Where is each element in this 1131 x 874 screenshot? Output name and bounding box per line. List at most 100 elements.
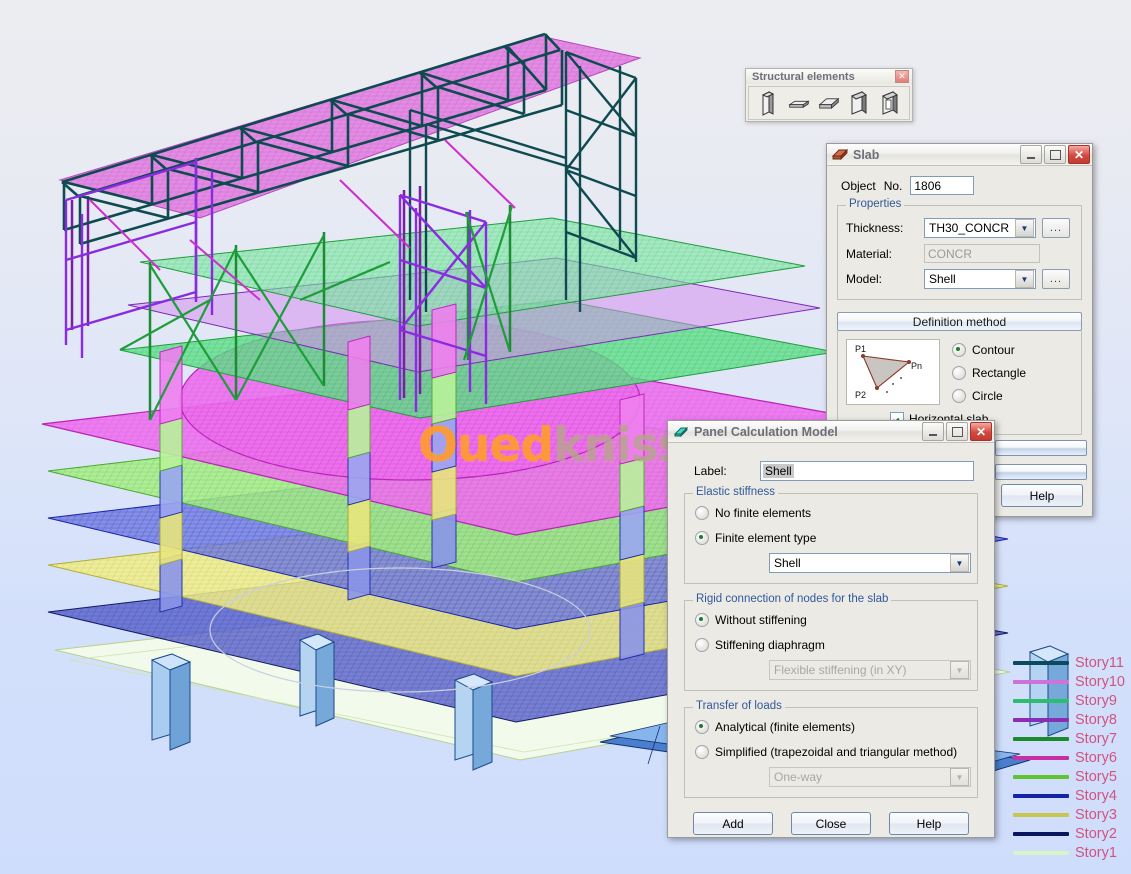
definition-option-rectangle[interactable]: Rectangle xyxy=(952,366,1026,380)
definition-option-circle[interactable]: Circle xyxy=(952,389,1026,403)
chevron-down-icon[interactable]: ▼ xyxy=(1015,270,1034,288)
simplified-option[interactable]: Simplified (trapezoidal and triangular m… xyxy=(695,745,967,759)
legend-item[interactable]: Story8 xyxy=(1013,710,1131,729)
chevron-down-icon[interactable]: ▼ xyxy=(950,554,969,572)
structural-elements-palette[interactable]: Structural elements ✕ xyxy=(745,68,913,122)
definition-option-contour[interactable]: Contour xyxy=(952,343,1026,357)
legend-swatch xyxy=(1013,812,1069,817)
legend-swatch xyxy=(1013,679,1069,684)
slab-icon xyxy=(818,97,840,110)
close-icon[interactable]: ✕ xyxy=(1068,145,1090,164)
chevron-down-icon[interactable]: ▼ xyxy=(1015,219,1034,237)
legend-label: Story4 xyxy=(1075,787,1117,804)
definition-option-rectangle-label: Rectangle xyxy=(972,366,1027,380)
add-button[interactable]: Add xyxy=(693,812,773,835)
model-browse-button[interactable]: ... xyxy=(1042,269,1070,289)
legend-swatch xyxy=(1013,717,1069,722)
legend-label: Story5 xyxy=(1075,768,1117,785)
legend-item[interactable]: Story9 xyxy=(1013,691,1131,710)
radio-icon xyxy=(695,720,709,734)
wall-tool[interactable] xyxy=(848,90,870,116)
finite-element-type-option[interactable]: Finite element type xyxy=(695,531,967,545)
label-row: Label: Shell xyxy=(694,461,982,481)
close-button[interactable]: Close xyxy=(791,812,871,835)
legend-label: Story3 xyxy=(1075,806,1117,823)
panel-title-bar[interactable]: Panel Calculation Model ✕ xyxy=(668,421,994,443)
analytical-option[interactable]: Analytical (finite elements) xyxy=(695,720,967,734)
slab-title-bar[interactable]: Slab ✕ xyxy=(827,144,1092,166)
no-finite-elements-option[interactable]: No finite elements xyxy=(695,506,967,520)
panel-help-button[interactable]: Help xyxy=(889,812,969,835)
slab-tool[interactable] xyxy=(818,90,840,116)
legend-swatch xyxy=(1013,755,1069,760)
minimize-icon[interactable] xyxy=(922,422,944,441)
legend-label: Story10 xyxy=(1075,673,1125,690)
wall-opening-tool[interactable] xyxy=(879,90,901,116)
contour-diagram: P1 Pn P2 xyxy=(846,339,940,405)
column-tool[interactable] xyxy=(757,90,779,116)
legend-label: Story1 xyxy=(1075,844,1117,861)
close-icon[interactable]: ✕ xyxy=(895,70,909,83)
label-caption: Label: xyxy=(694,464,727,478)
panel-title: Panel Calculation Model xyxy=(694,424,838,439)
slab-section-bar-1[interactable] xyxy=(995,440,1087,456)
maximize-icon[interactable] xyxy=(946,422,968,441)
legend-label: Story6 xyxy=(1075,749,1117,766)
legend-label: Story8 xyxy=(1075,711,1117,728)
definition-method-section[interactable]: Definition method xyxy=(837,312,1082,331)
legend-item[interactable]: Story11 xyxy=(1013,653,1131,672)
legend-item[interactable]: Story7 xyxy=(1013,729,1131,748)
legend-item[interactable]: Story10 xyxy=(1013,672,1131,691)
slab-window-buttons: ✕ xyxy=(1020,145,1090,164)
properties-group: Properties Thickness: TH30_CONCR ▼ ... M… xyxy=(837,198,1082,300)
legend-swatch xyxy=(1013,698,1069,703)
label-input[interactable]: Shell xyxy=(760,461,974,481)
thickness-combo[interactable]: TH30_CONCR ▼ xyxy=(924,218,1036,238)
model-row: Model: Shell ▼ ... xyxy=(846,269,1073,289)
legend-item[interactable]: Story5 xyxy=(1013,767,1131,786)
slab-help-button[interactable]: Help xyxy=(1001,484,1083,507)
radio-icon xyxy=(952,366,966,380)
legend-item[interactable]: Story6 xyxy=(1013,748,1131,767)
column-icon xyxy=(762,91,775,116)
palette-title-bar[interactable]: Structural elements ✕ xyxy=(746,69,912,84)
slab-title: Slab xyxy=(853,147,880,162)
legend-label: Story2 xyxy=(1075,825,1117,842)
panel-button-row: Add Close Help xyxy=(680,812,982,835)
panel-calculation-model-dialog[interactable]: Panel Calculation Model ✕ Label: Shell E… xyxy=(667,420,995,838)
properties-group-label: Properties xyxy=(846,198,905,210)
maximize-icon[interactable] xyxy=(1044,145,1066,164)
material-value: CONCR xyxy=(928,246,972,261)
without-stiffening-option[interactable]: Without stiffening xyxy=(695,613,967,627)
close-icon[interactable]: ✕ xyxy=(970,422,992,441)
element-type-combo[interactable]: Shell ▼ xyxy=(769,553,971,573)
transfer-loads-label: Transfer of loads xyxy=(693,700,785,712)
object-no-input[interactable]: 1806 xyxy=(910,176,975,195)
legend-label: Story7 xyxy=(1075,730,1117,747)
material-label: Material: xyxy=(846,246,893,261)
load-direction-value: One-way xyxy=(774,770,823,784)
definition-option-circle-label: Circle xyxy=(972,389,1003,403)
thickness-browse-button[interactable]: ... xyxy=(1042,218,1070,238)
minimize-icon[interactable] xyxy=(1020,145,1042,164)
legend-item[interactable]: Story3 xyxy=(1013,805,1131,824)
legend-item[interactable]: Story1 xyxy=(1013,843,1131,862)
object-label: Object xyxy=(841,178,876,193)
add-label: Add xyxy=(722,816,744,831)
panel-window-buttons: ✕ xyxy=(922,422,992,441)
model-browse-label: ... xyxy=(1049,273,1063,285)
beam-tool[interactable] xyxy=(787,90,810,116)
svg-text:P2: P2 xyxy=(855,390,866,400)
svg-text:Pn: Pn xyxy=(911,361,922,371)
model-combo[interactable]: Shell ▼ xyxy=(924,269,1036,289)
thickness-label: Thickness: xyxy=(846,221,904,235)
story-legend: Story11 Story10 Story9 Story8 Story7 Sto… xyxy=(1013,653,1131,862)
simplified-label: Simplified (trapezoidal and triangular m… xyxy=(715,745,958,759)
definition-body: P1 Pn P2 Contour Rectangle Circle xyxy=(846,339,1073,405)
legend-item[interactable]: Story2 xyxy=(1013,824,1131,843)
elastic-stiffness-group: Elastic stiffness No finite elements Fin… xyxy=(684,486,978,584)
legend-swatch xyxy=(1013,774,1069,779)
stiffening-diaphragm-option[interactable]: Stiffening diaphragm xyxy=(695,638,967,652)
legend-item[interactable]: Story4 xyxy=(1013,786,1131,805)
slab-section-bar-2[interactable] xyxy=(995,464,1087,480)
